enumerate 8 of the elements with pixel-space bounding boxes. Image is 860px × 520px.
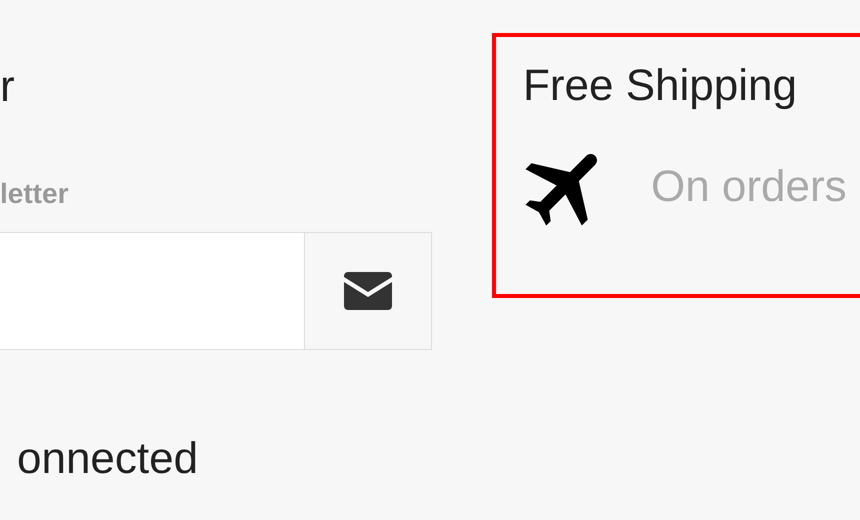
feature-text: On orders [651, 162, 847, 212]
section-heading: r [0, 62, 16, 112]
email-field[interactable] [0, 232, 304, 350]
feature-title: Free Shipping [523, 60, 798, 112]
envelope-icon [344, 272, 392, 310]
section-heading: onnected [17, 434, 198, 484]
field-label: letter [0, 178, 68, 210]
subscribe-button[interactable] [304, 232, 432, 350]
